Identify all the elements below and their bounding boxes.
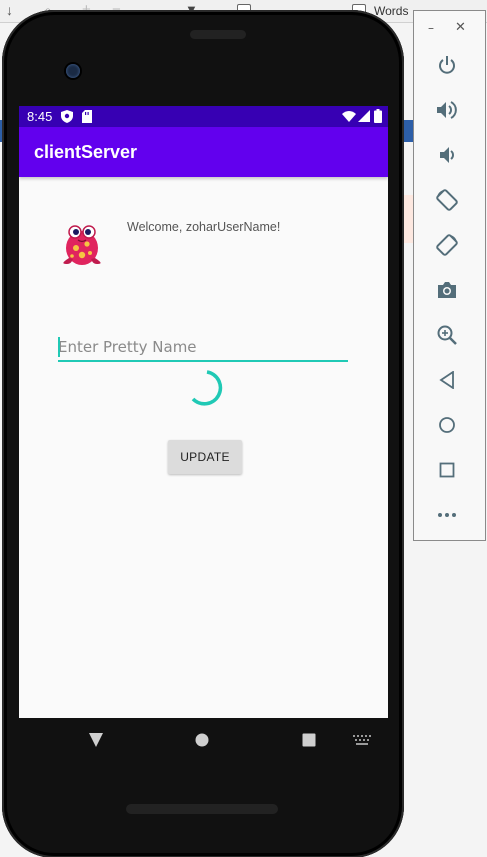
- download-icon: ↓: [6, 2, 13, 18]
- bottom-speaker: [126, 804, 278, 814]
- close-icon[interactable]: ✕: [455, 20, 466, 35]
- emulator-control-panel: – ✕: [413, 10, 486, 541]
- back-icon: [439, 371, 454, 389]
- power-button[interactable]: [432, 50, 462, 80]
- shield-icon: [61, 110, 73, 123]
- status-bar: 8:45: [19, 106, 388, 127]
- avatar-monster-icon: [63, 225, 101, 265]
- overview-icon: [439, 462, 455, 478]
- rotate-left-icon: [436, 189, 458, 211]
- pretty-name-input[interactable]: [58, 334, 348, 362]
- nav-keyboard-icon[interactable]: [353, 735, 371, 745]
- phone-frame: 8:45 clientServer Welcome, zoharUserName…: [2, 10, 404, 857]
- phone-screen: 8:45 clientServer Welcome, zoharUserName…: [19, 106, 388, 718]
- panel-back-button[interactable]: [432, 365, 462, 395]
- front-camera: [66, 64, 80, 78]
- sd-card-icon: [82, 110, 92, 123]
- panel-more-button[interactable]: [432, 500, 462, 530]
- signal-icon: [358, 110, 370, 122]
- background-strip-right: [404, 120, 413, 142]
- camera-icon: [438, 282, 456, 298]
- more-icon: [438, 513, 456, 517]
- nav-back-icon[interactable]: [88, 732, 104, 748]
- volume-down-button[interactable]: [432, 140, 462, 170]
- rotate-left-button[interactable]: [432, 185, 462, 215]
- welcome-text: Welcome, zoharUserName!: [127, 220, 281, 234]
- home-icon: [439, 417, 455, 433]
- panel-overview-button[interactable]: [432, 455, 462, 485]
- app-title: clientServer: [34, 142, 138, 162]
- zoom-icon: [437, 325, 457, 345]
- text-cursor: [58, 337, 60, 357]
- volume-down-icon: [440, 147, 454, 163]
- battery-icon: [374, 109, 382, 123]
- background-words-label: Words: [374, 4, 409, 18]
- update-button[interactable]: UPDATE: [168, 440, 242, 474]
- rotate-right-icon: [436, 234, 458, 256]
- nav-recents-icon[interactable]: [302, 733, 316, 747]
- status-time: 8:45: [27, 109, 53, 124]
- top-speaker: [190, 30, 246, 39]
- desktop: ↓ ⌕ + − ▼ Words 8:45: [0, 0, 487, 857]
- loading-spinner-icon: [191, 370, 223, 406]
- volume-up-icon: [437, 101, 457, 119]
- power-icon: [439, 56, 455, 74]
- background-strip-pink: [404, 195, 413, 243]
- minimize-icon[interactable]: –: [428, 21, 434, 35]
- nav-home-icon[interactable]: [195, 733, 209, 747]
- app-bar: clientServer: [19, 127, 388, 177]
- wifi-icon: [342, 111, 356, 122]
- zoom-button[interactable]: [432, 320, 462, 350]
- panel-home-button[interactable]: [432, 410, 462, 440]
- volume-up-button[interactable]: [432, 95, 462, 125]
- screenshot-button[interactable]: [432, 275, 462, 305]
- rotate-right-button[interactable]: [432, 230, 462, 260]
